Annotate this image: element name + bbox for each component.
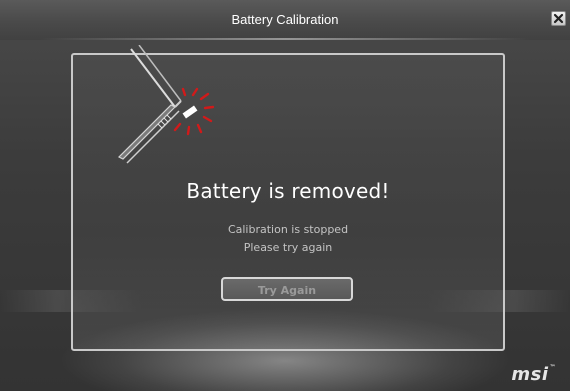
battery-calibration-window: Battery Calibration Battery is removed! … [0, 0, 570, 391]
title-bar: Battery Calibration [0, 0, 570, 40]
trademark-mark: ™ [549, 364, 556, 371]
msi-logo: msi™ [511, 364, 556, 385]
status-message: Calibration is stopped [227, 223, 349, 236]
close-button[interactable] [551, 11, 566, 26]
window-title: Battery Calibration [231, 12, 339, 27]
close-icon [553, 13, 564, 24]
message-panel: Battery is removed! Calibration is stopp… [71, 45, 505, 351]
logo-text: msi [511, 364, 549, 385]
instruction-message: Please try again [243, 241, 333, 254]
alert-headline: Battery is removed! [186, 179, 390, 203]
try-again-button[interactable]: Try Again [221, 277, 353, 301]
laptop-battery-removed-icon [117, 45, 215, 164]
